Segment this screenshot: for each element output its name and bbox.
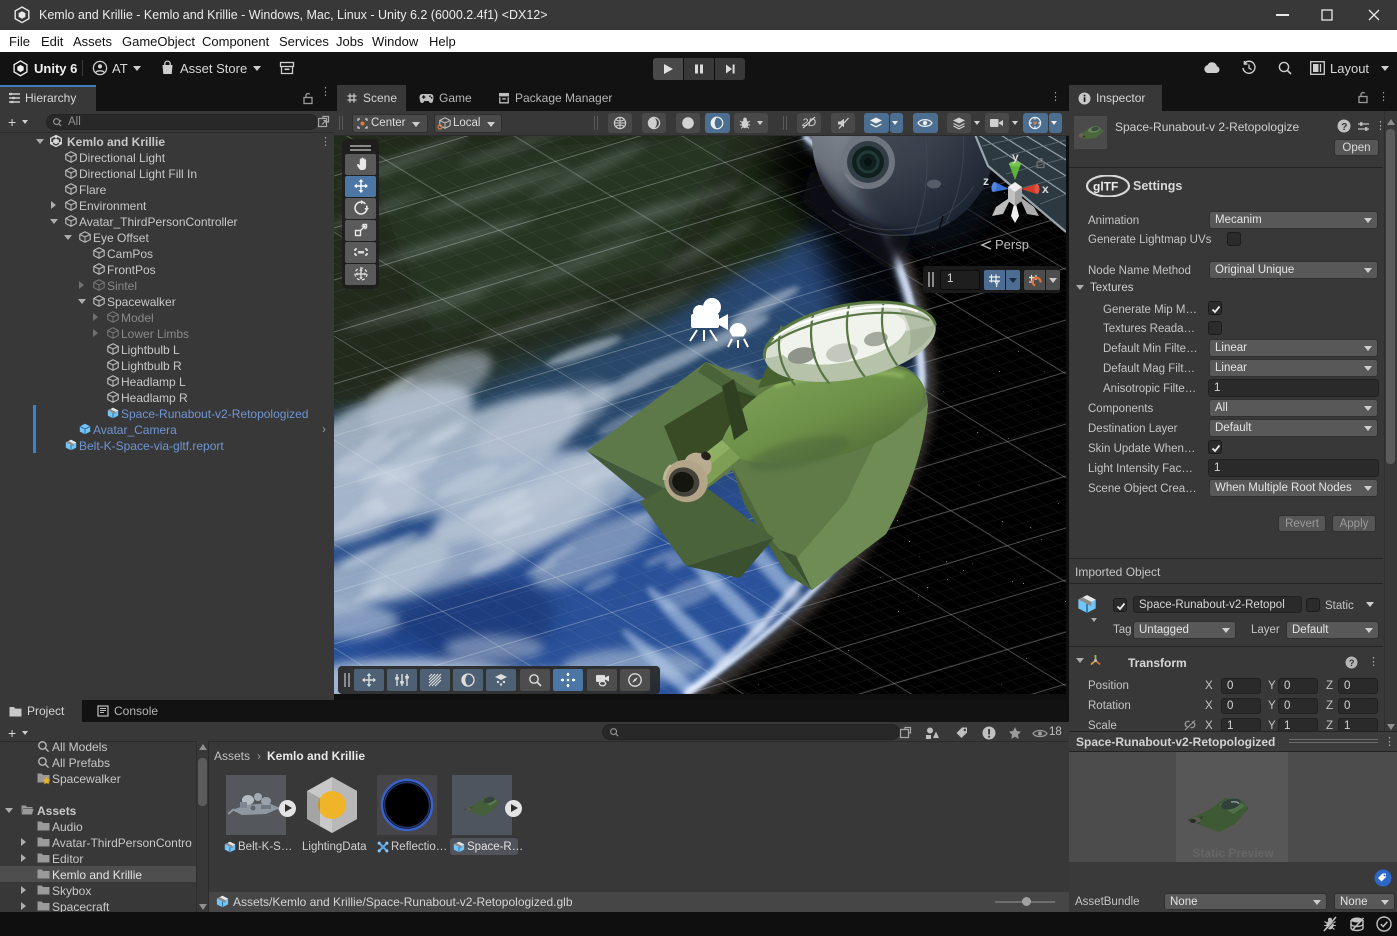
svg-text:y: y xyxy=(1012,154,1019,164)
svg-text:z: z xyxy=(983,174,989,188)
svg-text:Y: Y xyxy=(994,280,1000,288)
svg-text:?: ? xyxy=(1341,122,1347,133)
svg-text:glTF: glTF xyxy=(1093,180,1118,194)
svg-text:x: x xyxy=(1042,182,1049,196)
svg-text:?: ? xyxy=(1349,658,1355,668)
